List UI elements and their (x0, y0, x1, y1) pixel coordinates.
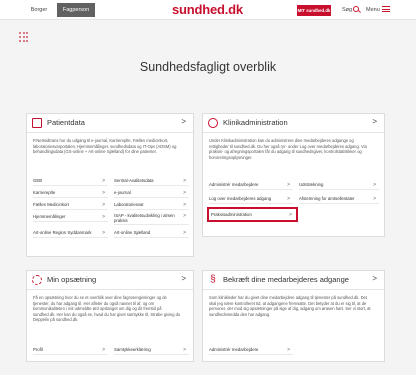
patientdata-title: Patientdata (47, 118, 85, 127)
menu-label: Menu (366, 7, 380, 13)
link-e-journal[interactable]: e-journal > (114, 188, 189, 198)
link-karriereplte[interactable]: Karriereplte > (33, 188, 108, 198)
gear-icon (32, 275, 42, 285)
link-hjemmemaalinger[interactable]: Hjemmemålinger > (33, 212, 108, 222)
link-faelles-medicinkort[interactable]: Fælles Medicinkort > (33, 200, 108, 210)
link-laboratoriesvar[interactable]: Laboratoriesvar > (114, 200, 189, 210)
chevron-right-icon: > (102, 230, 105, 236)
chevron-right-icon: > (102, 190, 105, 196)
grid-icon[interactable] (19, 32, 29, 42)
chevron-right-icon: > (287, 182, 290, 188)
link-log-over-medarbejderes-adgang[interactable]: Log over medarbejderes adgang > (209, 194, 293, 204)
patientdata-card-header[interactable]: Patientdata > (27, 114, 193, 133)
link-samtykkeerklaering[interactable]: Samtykkeerklæring > (114, 345, 189, 355)
chevron-right-icon: > (183, 202, 186, 208)
bekraeft-adgange-description: Som klinikleder har du givet dine medarb… (209, 295, 371, 317)
chevron-right-icon: > (287, 196, 290, 202)
chevron-right-icon: > (181, 274, 186, 283)
link-administrer-medarbejdere[interactable]: Administrér medarbejdere > (209, 180, 293, 190)
chevron-right-icon: > (287, 347, 290, 353)
bekraeft-adgange-title: Bekræft dine medarbejderes adgange (223, 275, 349, 284)
top-header: Borger Fagperson sundhed.dk MIT sundhed.… (0, 0, 416, 20)
search-label: Søg (342, 7, 353, 13)
link-profil[interactable]: Profil > (33, 345, 108, 355)
chevron-right-icon: > (183, 178, 186, 184)
chevron-right-icon: > (372, 274, 377, 283)
klinikadministration-description: Under Klinikadministration kan du admini… (209, 138, 367, 160)
klinikadministration-card-header[interactable]: Klinikadministration > (203, 114, 384, 133)
chevron-right-icon: > (102, 178, 105, 184)
link-isap[interactable]: ISAP - kvalitetsudvikling i almen praksi… (114, 212, 189, 225)
tab-fagperson[interactable]: Fagperson (57, 3, 95, 17)
link-sentral-kvalitetsdata[interactable]: Sentral-Avalitetsdata > (114, 176, 189, 186)
link-art-online-syddanmark[interactable]: Art-online Region Syddanmark > (33, 228, 108, 238)
bekraeft-adgange-card: § Bekræft dine medarbejderes adgange > S… (202, 270, 385, 362)
chevron-right-icon: > (181, 117, 186, 126)
search-button[interactable]: Søg (342, 4, 360, 16)
min-opsaetning-card-header[interactable]: Min opsætning > (27, 271, 193, 290)
chevron-right-icon: > (183, 230, 186, 236)
patientdata-card: Patientdata > P.Netmidtrans hur du udgan… (26, 113, 194, 257)
paragraph-icon: § (210, 274, 216, 285)
link-geb[interactable]: GEB > (33, 176, 108, 186)
chevron-right-icon: > (102, 347, 105, 353)
link-art-online-sjaelland[interactable]: Art-online Sjælland > (114, 228, 189, 238)
page-title: Sundhedsfagligt overblik (139, 60, 277, 74)
min-opsaetning-card: Min opsætning > Få en opsætning hvor du … (26, 270, 194, 362)
chevron-right-icon: > (183, 347, 186, 353)
link-administrer-medarbejdere-2[interactable]: Administrér medarbejdere > (209, 345, 293, 355)
min-opsaetning-description: Få en opsætning hvor du se et overblik o… (33, 295, 181, 323)
chevron-right-icon: > (372, 117, 377, 126)
chevron-right-icon: > (373, 196, 376, 202)
praksisadministration-highlight (207, 207, 298, 222)
klinikadministration-title: Klinikadministration (223, 118, 288, 127)
min-opsaetning-title: Min opsætning (47, 275, 97, 284)
link-afstemning[interactable]: Afstemning for amtsellestater > (299, 194, 379, 204)
chevron-right-icon: > (183, 213, 186, 219)
menu-button[interactable]: Menu (366, 4, 390, 16)
search-icon (353, 6, 360, 12)
patient-record-icon (32, 118, 42, 128)
patientdata-description: P.Netmidtrans hur du udgang til e-journa… (33, 138, 177, 155)
chevron-right-icon: > (373, 182, 376, 188)
site-logo[interactable]: sundhed.dk (172, 2, 243, 17)
menu-icon (381, 6, 390, 12)
clinic-icon (208, 118, 218, 128)
chevron-right-icon: > (102, 202, 105, 208)
chevron-right-icon: > (102, 214, 105, 220)
tab-borger[interactable]: Borger (26, 3, 52, 17)
link-udstraekning[interactable]: Udstrækning > (299, 180, 379, 190)
bekraeft-adgange-card-header[interactable]: § Bekræft dine medarbejderes adgange > (203, 271, 384, 290)
chevron-right-icon: > (183, 190, 186, 196)
mit-sundhed-login-button[interactable]: MIT sundhed.dk (297, 5, 331, 16)
